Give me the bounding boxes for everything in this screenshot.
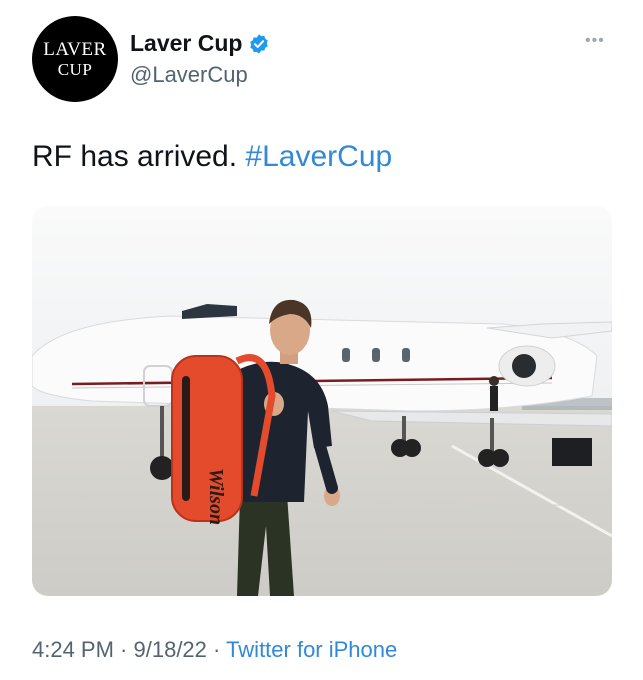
photo-jet-and-player: Wilson [32, 206, 612, 596]
more-options-icon[interactable]: ••• [585, 32, 605, 50]
tweet-time[interactable]: 4:24 PM [32, 637, 114, 662]
meta-separator: · [206, 637, 227, 662]
bag-brand-text: Wilson [205, 468, 227, 525]
meta-separator: · [113, 637, 134, 662]
tweet-body: RF has arrived. [32, 140, 238, 173]
tweet-photo[interactable]: Wilson [32, 206, 612, 596]
avatar[interactable]: LAVER CUP [32, 16, 118, 102]
verified-badge-icon [250, 33, 269, 54]
tweet-source-link[interactable]: Twitter for iPhone [226, 637, 397, 662]
tweet-date[interactable]: 9/18/22 [134, 637, 207, 662]
avatar-logo-line1: LAVER [43, 39, 107, 60]
tweet-meta: 4:24 PM · 9/18/22 · Twitter for iPhone [32, 637, 397, 663]
hashtag-link[interactable]: #LaverCup [245, 140, 392, 173]
avatar-logo-line2: CUP [57, 60, 93, 79]
author-name-row: Laver Cup [130, 30, 270, 57]
display-name[interactable]: Laver Cup [130, 30, 242, 57]
tweet-text: RF has arrived. #LaverCup [32, 140, 392, 174]
user-handle[interactable]: @LaverCup [130, 62, 248, 88]
